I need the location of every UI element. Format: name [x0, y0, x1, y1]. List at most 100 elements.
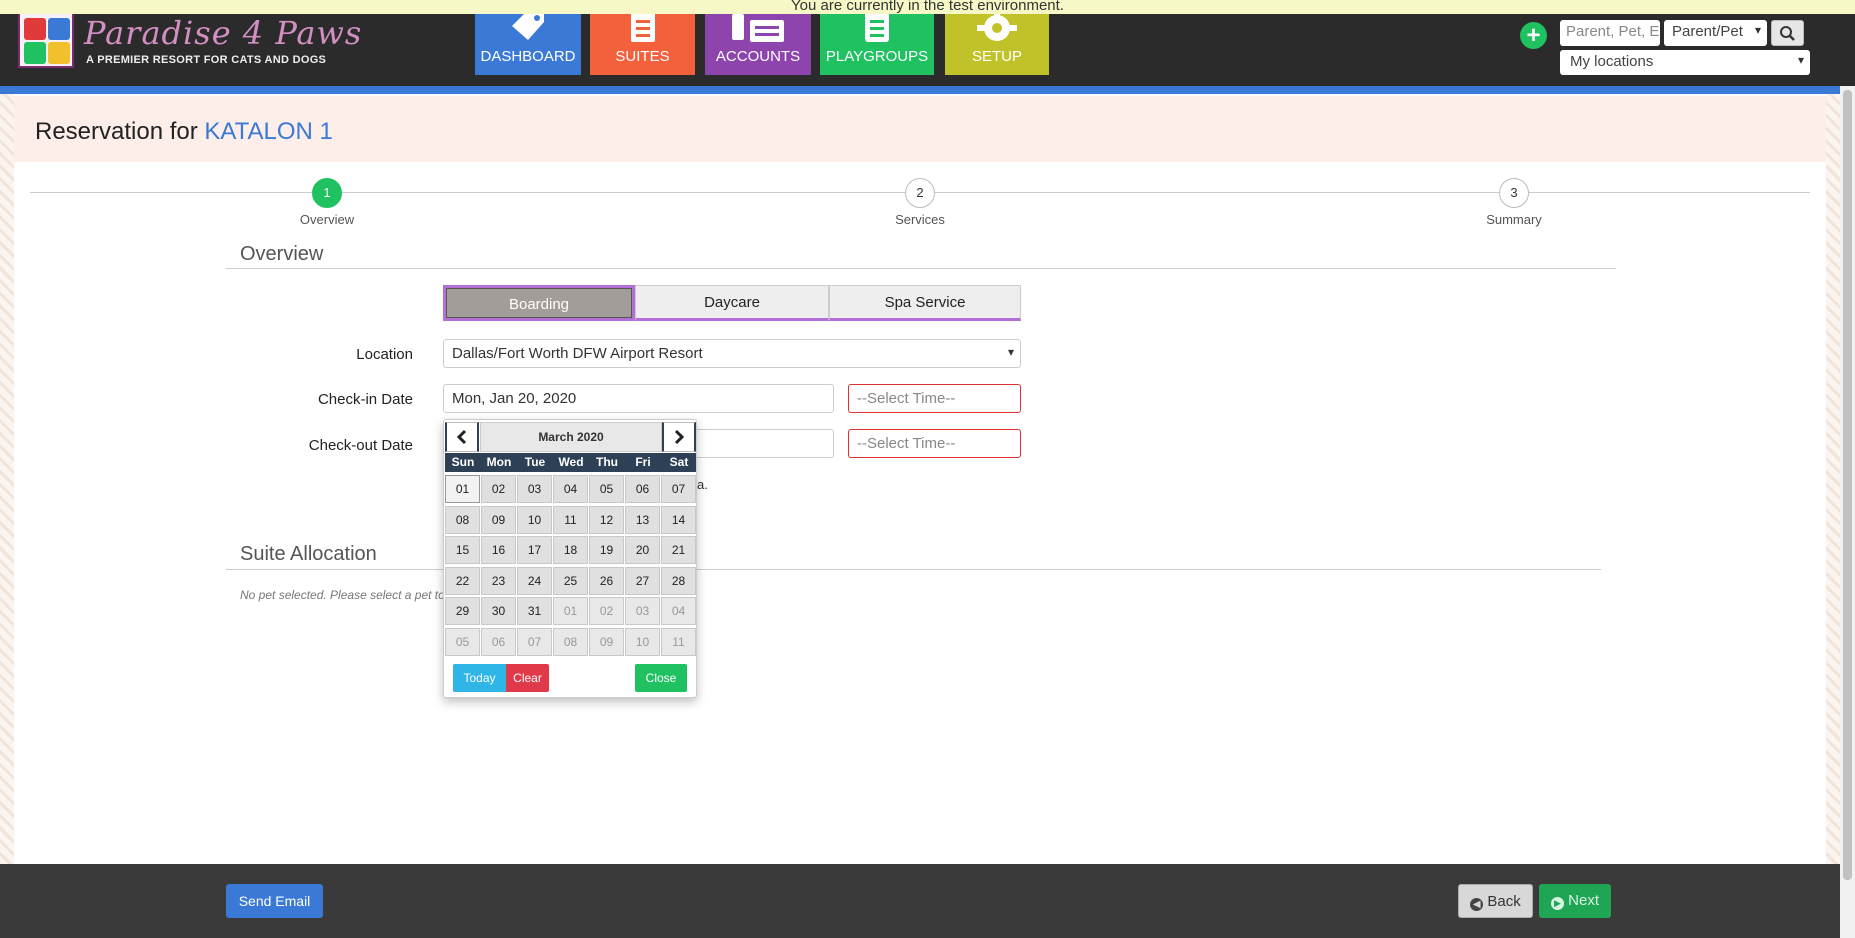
calendar-day[interactable]: 13 [625, 505, 660, 534]
tab-boarding[interactable]: Boarding [443, 285, 635, 321]
calendar-day[interactable]: 18 [553, 536, 588, 564]
tab-spa-service[interactable]: Spa Service [829, 285, 1021, 321]
search-icon [1780, 26, 1795, 41]
next-label: Next [1568, 892, 1599, 909]
calendar-day[interactable]: 21 [661, 536, 696, 564]
calendar-day[interactable]: 26 [589, 566, 624, 595]
calendar-day[interactable]: 01 [445, 475, 480, 503]
right-pattern [1826, 94, 1840, 864]
calendar-day[interactable]: 27 [625, 566, 660, 595]
page-title: Reservation for KATALON 1 [35, 118, 333, 146]
calendar-day[interactable]: 10 [517, 505, 552, 534]
calendar-day[interactable]: 30 [481, 597, 516, 625]
scrollbar-thumb[interactable] [1843, 90, 1852, 880]
calendar-day[interactable]: 17 [517, 536, 552, 564]
calendar-day[interactable]: 08 [553, 627, 588, 656]
step-2-circle[interactable]: 2 [905, 178, 935, 208]
next-button[interactable]: ▶ Next [1539, 884, 1611, 918]
left-pattern [0, 94, 14, 864]
reservation-header: Reservation for KATALON 1 [14, 96, 1826, 162]
calendar-day[interactable]: 04 [553, 475, 588, 503]
calendar-day[interactable]: 07 [661, 475, 696, 503]
overview-heading: Overview [240, 243, 324, 265]
calendar-day[interactable]: 03 [517, 475, 552, 503]
calendar-day[interactable]: 05 [445, 627, 480, 656]
calendar-day[interactable]: 22 [445, 566, 480, 595]
back-label: Back [1487, 893, 1521, 910]
calendar-day[interactable]: 08 [445, 505, 480, 534]
nav-suites-label: SUITES [615, 48, 670, 65]
date-picker-popup: March 2020 Sun Mon Tue Wed Thu Fri Sat 0… [443, 419, 697, 698]
today-button[interactable]: Today [453, 664, 506, 692]
logo-subtitle: A PREMIER RESORT FOR CATS AND DOGS [86, 54, 327, 66]
search-input[interactable]: Parent, Pet, E [1560, 20, 1660, 46]
calendar-day[interactable]: 09 [589, 627, 624, 656]
checkin-date-input[interactable]: Mon, Jan 20, 2020 [443, 384, 834, 413]
close-button[interactable]: Close [635, 664, 687, 692]
next-month-button[interactable] [662, 422, 696, 452]
calendar-day[interactable]: 11 [553, 505, 588, 534]
environment-banner: You are currently in the test environmen… [0, 0, 1855, 14]
calendar-day[interactable]: 19 [589, 536, 624, 564]
prev-month-button[interactable] [445, 422, 479, 452]
checkout-time-input[interactable]: --Select Time-- [848, 429, 1021, 458]
step-3-circle[interactable]: 3 [1499, 178, 1529, 208]
calendar-day[interactable]: 04 [661, 597, 696, 625]
suite-divider [226, 569, 1601, 570]
calendar-day[interactable]: 25 [553, 566, 588, 595]
calendar-day[interactable]: 31 [517, 597, 552, 625]
calendar-day[interactable]: 09 [481, 505, 516, 534]
logo-title: Paradise 4 Paws [84, 14, 363, 52]
back-button[interactable]: ◀ Back [1458, 884, 1533, 918]
step-1-circle[interactable]: 1 [312, 178, 342, 208]
add-icon[interactable]: + [1520, 22, 1547, 49]
calendar-day[interactable]: 06 [481, 627, 516, 656]
paradise-4-paws-logo[interactable]: Paradise 4 Paws A PREMIER RESORT FOR CAT… [18, 12, 361, 72]
search-button[interactable] [1771, 20, 1804, 46]
dow-mon: Mon [486, 455, 512, 469]
nav-setup-label: SETUP [971, 48, 1022, 65]
dow-fri: Fri [635, 455, 651, 469]
calendar-day[interactable]: 15 [445, 536, 480, 564]
footer-bar: Send Email ◀ Back ▶ Next [0, 864, 1840, 938]
title-prefix: Reservation for [35, 118, 198, 145]
calendar-day[interactable]: 10 [625, 627, 660, 656]
chevron-right-icon [674, 429, 685, 445]
calendar-day[interactable]: 23 [481, 566, 516, 595]
checkin-time-input[interactable]: --Select Time-- [848, 384, 1021, 413]
calendar-day[interactable]: 07 [517, 627, 552, 656]
chevron-left-icon [456, 429, 467, 445]
checkout-label: Check-out Date [308, 437, 413, 454]
calendar-day[interactable]: 14 [661, 505, 696, 534]
search-type-select[interactable]: Parent/Pet [1664, 20, 1767, 46]
calendar-day[interactable]: 03 [625, 597, 660, 625]
calendar-day[interactable]: 29 [445, 597, 480, 625]
nav-playgroups-label: PLAYGROUPS [825, 48, 929, 65]
calendar-day[interactable]: 11 [661, 627, 696, 656]
calendar-day[interactable]: 01 [553, 597, 588, 625]
calendar-month-title[interactable]: March 2020 [480, 422, 662, 452]
location-select[interactable]: Dallas/Fort Worth DFW Airport Resort [443, 339, 1021, 368]
calendar-day[interactable]: 24 [517, 566, 552, 595]
calendar-day[interactable]: 02 [589, 597, 624, 625]
calendar-day[interactable]: 28 [661, 566, 696, 595]
calendar-day[interactable]: 06 [625, 475, 660, 503]
dow-tue: Tue [524, 455, 546, 469]
calendar-day[interactable]: 02 [481, 475, 516, 503]
my-locations-select[interactable]: My locations [1560, 50, 1810, 75]
calendar-day[interactable]: 20 [625, 536, 660, 564]
checkin-label: Check-in Date [317, 391, 413, 408]
clear-button[interactable]: Clear [506, 664, 549, 692]
step-2-label: Services [895, 212, 945, 227]
calendar-day[interactable]: 12 [589, 505, 624, 534]
customer-name: KATALON 1 [204, 118, 333, 145]
calendar-day[interactable]: 05 [589, 475, 624, 503]
tab-daycare[interactable]: Daycare [635, 285, 829, 321]
calendar-day[interactable]: 16 [481, 536, 516, 564]
suite-note: No pet selected. Please select a pet to [240, 588, 445, 602]
page-scrollbar[interactable] [1840, 86, 1855, 938]
dow-wed: Wed [558, 455, 584, 469]
dow-thu: Thu [596, 455, 618, 469]
send-email-button[interactable]: Send Email [226, 884, 323, 918]
step-1-label: Overview [299, 212, 355, 227]
